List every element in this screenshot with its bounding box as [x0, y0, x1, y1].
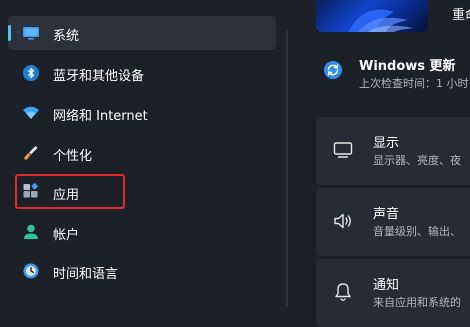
sidebar-item-label: 网络和 Internet [53, 109, 148, 124]
sidebar-item-system[interactable]: 系统 [8, 16, 276, 50]
sync-icon [323, 60, 343, 84]
active-indicator [8, 25, 11, 41]
sidebar-item-label: 应用 [53, 188, 80, 203]
windows-update-status: 上次检查时间：1 小时 [359, 77, 469, 90]
wifi-icon [22, 104, 40, 122]
desktop-wallpaper-thumbnail[interactable] [316, 0, 428, 32]
windows-update-row[interactable]: Windows 更新 上次检查时间：1 小时 [318, 52, 470, 92]
windows-update-title: Windows 更新 [359, 59, 456, 74]
card-title: 通知 [373, 278, 400, 293]
sidebar-item-label: 蓝牙和其他设备 [53, 69, 145, 84]
sidebar-item-accounts[interactable]: 帐户 [8, 215, 276, 249]
sidebar-item-personalization[interactable]: 个性化 [8, 136, 276, 170]
bloom-wallpaper-icon [348, 9, 414, 32]
sidebar-item-bluetooth[interactable]: 蓝牙和其他设备 [8, 56, 276, 90]
sidebar-divider [286, 30, 288, 307]
sidebar-item-label: 个性化 [53, 149, 93, 164]
person-icon [22, 223, 40, 241]
card-subtitle: 音量级别、输出、 [373, 225, 461, 238]
settings-card-sound[interactable]: 声音 音量级别、输出、 [316, 188, 470, 256]
sidebar-item-apps[interactable]: 应用 [8, 175, 276, 209]
card-subtitle: 显示器、亮度、夜 [373, 154, 461, 167]
apps-icon [22, 183, 40, 201]
speaker-icon [332, 210, 354, 232]
settings-sidebar: 系统 蓝牙和其他设备 网络和 Internet 个性化 应用 帐户 时间和语言 [0, 0, 290, 307]
globe-clock-icon [22, 262, 40, 280]
bluetooth-icon [22, 64, 40, 82]
brush-icon [22, 144, 40, 162]
bell-icon [332, 281, 354, 303]
card-title: 声音 [373, 207, 400, 222]
settings-card-display[interactable]: 显示 显示器、亮度、夜 [316, 117, 470, 185]
sidebar-item-label: 帐户 [53, 228, 80, 243]
display-icon [332, 139, 354, 161]
rename-device-link[interactable]: 重命 [452, 4, 470, 23]
sidebar-item-label: 系统 [53, 29, 80, 44]
monitor-icon [22, 24, 40, 42]
card-title: 显示 [373, 136, 400, 151]
settings-card-notifications[interactable]: 通知 来自应用和系统的 [316, 259, 470, 327]
card-subtitle: 来自应用和系统的 [373, 296, 461, 309]
sidebar-item-label: 时间和语言 [53, 267, 119, 282]
sidebar-item-network[interactable]: 网络和 Internet [8, 96, 276, 130]
sidebar-item-time-language[interactable]: 时间和语言 [8, 254, 276, 288]
